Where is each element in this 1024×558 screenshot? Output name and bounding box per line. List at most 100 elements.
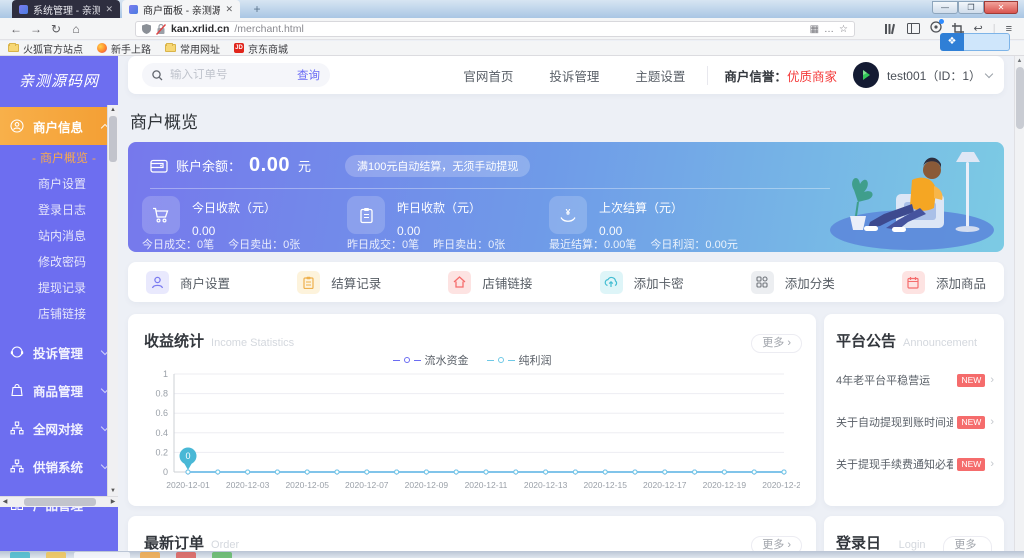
- tab-close-icon[interactable]: ✕: [105, 4, 113, 15]
- sidebar-item-login-log[interactable]: 登录日志: [0, 197, 118, 223]
- scroll-up-icon[interactable]: ▲: [1015, 56, 1024, 66]
- announcement-item[interactable]: 关于自动提现到账时间通知必看 NEW ›: [824, 409, 1004, 435]
- more-button[interactable]: 更多 ›: [751, 334, 802, 353]
- extension-search-input[interactable]: [964, 33, 1010, 51]
- forward-icon[interactable]: →: [26, 22, 46, 36]
- window-minimize-button[interactable]: —: [932, 1, 958, 14]
- scrollbar-thumb[interactable]: [1016, 67, 1024, 129]
- cloud-extension-icon[interactable]: ❖: [940, 33, 964, 51]
- site-logo[interactable]: 亲测源码网: [0, 56, 118, 105]
- browser-tab-system[interactable]: 系统管理 - 亲测源码网 www.q ✕: [12, 0, 120, 18]
- chevron-down-icon: [985, 70, 993, 78]
- arrow-right-icon: ›: [990, 416, 994, 428]
- clipboard-icon: [303, 276, 314, 289]
- page-header: 查询 官网首页 投诉管理 主题设置 商户信誉：优质商家 test001（ID：1…: [128, 56, 1004, 94]
- sidebar-item-withdraw-records[interactable]: 提现记录: [0, 275, 118, 301]
- search-icon: [152, 70, 163, 81]
- announcement-item[interactable]: 4年老平台平稳营运 NEW ›: [824, 367, 1004, 393]
- sidebar-item-merchant-overview[interactable]: -商户概览-: [0, 145, 118, 171]
- windows-taskbar[interactable]: [0, 551, 1024, 558]
- sidebar-section-supply[interactable]: 供销系统: [0, 447, 118, 485]
- user-menu[interactable]: test001（ID：1）: [887, 67, 992, 84]
- bookmark-firefox-official[interactable]: 火狐官方站点: [8, 41, 83, 56]
- avatar[interactable]: [853, 62, 879, 88]
- svg-text:2020-12-19: 2020-12-19: [703, 480, 747, 490]
- nav-theme-settings[interactable]: 主题设置: [617, 66, 703, 85]
- bookmark-star-icon[interactable]: ☆: [839, 24, 848, 35]
- home-icon[interactable]: ⌂: [66, 22, 86, 36]
- quick-action-settlement-records[interactable]: 结算记录: [297, 271, 381, 294]
- order-search-input[interactable]: [170, 69, 290, 81]
- more-button[interactable]: 更多 ›: [943, 536, 992, 551]
- svg-text:2020-12-01: 2020-12-01: [166, 480, 210, 490]
- legend-line-icon: [414, 360, 421, 361]
- more-button[interactable]: 更多 ›: [751, 536, 802, 551]
- search-submit-button[interactable]: 查询: [297, 67, 320, 83]
- folder-icon: [165, 44, 176, 52]
- legend-line-icon: [487, 360, 494, 361]
- card-subtitle: Login Log: [899, 539, 944, 551]
- tab-title: 商户面板 - 亲测源码网 www.q: [143, 2, 220, 17]
- scrollbar-thumb[interactable]: [109, 116, 117, 162]
- bookmark-getting-started[interactable]: 新手上路: [97, 41, 151, 56]
- page-actions-icon[interactable]: …: [824, 24, 834, 35]
- sidebar-section-goods[interactable]: 商品管理: [0, 371, 118, 409]
- bookmarks-bar: 火狐官方站点 新手上路 常用网址 JD 京东商城: [0, 41, 1024, 56]
- browser-tab-merchant[interactable]: 商户面板 - 亲测源码网 www.q ✕: [122, 0, 240, 18]
- sidebar-horizontal-scrollbar[interactable]: ◀ ▶: [0, 496, 118, 507]
- qr-code-icon[interactable]: ▦: [810, 24, 819, 35]
- sidebar-section-complaints[interactable]: 投诉管理: [0, 333, 118, 371]
- sidebar-item-merchant-settings[interactable]: 商户设置: [0, 171, 118, 197]
- announcement-item[interactable]: 关于提现手续费通知必看 NEW ›: [824, 451, 1004, 477]
- reload-icon[interactable]: ↻: [46, 22, 66, 36]
- svg-text:2020-12-13: 2020-12-13: [524, 480, 568, 490]
- back-icon[interactable]: ←: [6, 22, 26, 36]
- sidebar-section-merchant-info[interactable]: 商户信息: [0, 107, 118, 145]
- header-nav: 官网首页 投诉管理 主题设置 商户信誉：优质商家 test001（ID：1）: [445, 62, 1004, 88]
- latest-orders-card: 最新订单 Order 更多 ›: [128, 516, 816, 551]
- scrollbar-thumb[interactable]: [24, 498, 96, 506]
- balance-value: 0.00: [249, 154, 290, 177]
- svg-text:¥: ¥: [566, 207, 571, 217]
- income-chart-svg: 00.20.40.60.812020-12-012020-12-032020-1…: [140, 366, 800, 502]
- sidebar-item-site-messages[interactable]: 站内消息: [0, 223, 118, 249]
- nav-complaint-management[interactable]: 投诉管理: [531, 66, 617, 85]
- sidebar-item-change-password[interactable]: 修改密码: [0, 249, 118, 275]
- scroll-right-icon[interactable]: ▶: [108, 497, 118, 507]
- order-search[interactable]: 查询: [142, 63, 330, 87]
- scroll-up-icon[interactable]: ▲: [108, 105, 118, 115]
- nav-official-home[interactable]: 官网首页: [445, 66, 531, 85]
- stat-today-sub: 今日成交：0笔今日卖出：0张: [142, 236, 300, 252]
- quick-action-add-category[interactable]: 添加分类: [751, 271, 835, 294]
- complaint-icon: [10, 345, 24, 359]
- card-title: 平台公告: [836, 330, 896, 351]
- quick-action-add-card-key[interactable]: 添加卡密: [600, 271, 684, 294]
- library-icon[interactable]: [884, 23, 897, 35]
- announcements-card: 平台公告 Announcement 4年老平台平稳营运 NEW › 关于自动提现…: [824, 314, 1004, 506]
- sidebar-item-shop-link[interactable]: 店铺链接: [0, 301, 118, 327]
- scroll-left-icon[interactable]: ◀: [0, 497, 10, 507]
- window-maximize-button[interactable]: ❐: [958, 1, 984, 14]
- clipboard-icon: [359, 207, 374, 224]
- hand-yen-icon: ¥: [559, 207, 577, 224]
- window-close-button[interactable]: ✕: [984, 1, 1018, 14]
- svg-text:0.4: 0.4: [155, 428, 168, 438]
- sidebar-vertical-scrollbar[interactable]: ▲ ▼: [107, 105, 118, 496]
- address-bar[interactable]: kan.xrlid.cn/merchant.html ▦ … ☆: [135, 21, 855, 37]
- page-scrollbar[interactable]: ▲: [1014, 56, 1024, 551]
- home-icon: [453, 276, 466, 288]
- balance-card: 账户余额： 0.00 元 满100元自动结算，无须手动提现 今日收款（元） 0.…: [128, 142, 1004, 252]
- quick-action-add-product[interactable]: 添加商品: [902, 271, 986, 294]
- bookmark-common-sites[interactable]: 常用网址: [165, 41, 220, 56]
- tab-close-icon[interactable]: ✕: [225, 4, 233, 15]
- scroll-down-icon[interactable]: ▼: [108, 486, 118, 496]
- quick-action-shop-link[interactable]: 店铺链接: [448, 271, 532, 294]
- extension-glyph: [930, 21, 942, 33]
- new-tab-button[interactable]: +: [246, 2, 268, 17]
- sidebar-section-network[interactable]: 全网对接: [0, 409, 118, 447]
- bookmark-jd-mall[interactable]: JD 京东商城: [234, 41, 288, 56]
- quick-action-merchant-settings[interactable]: 商户设置: [146, 271, 230, 294]
- arrow-right-icon: ›: [990, 374, 994, 386]
- legend-dot-icon: [404, 357, 410, 363]
- sidebar-panel-icon[interactable]: [907, 23, 920, 34]
